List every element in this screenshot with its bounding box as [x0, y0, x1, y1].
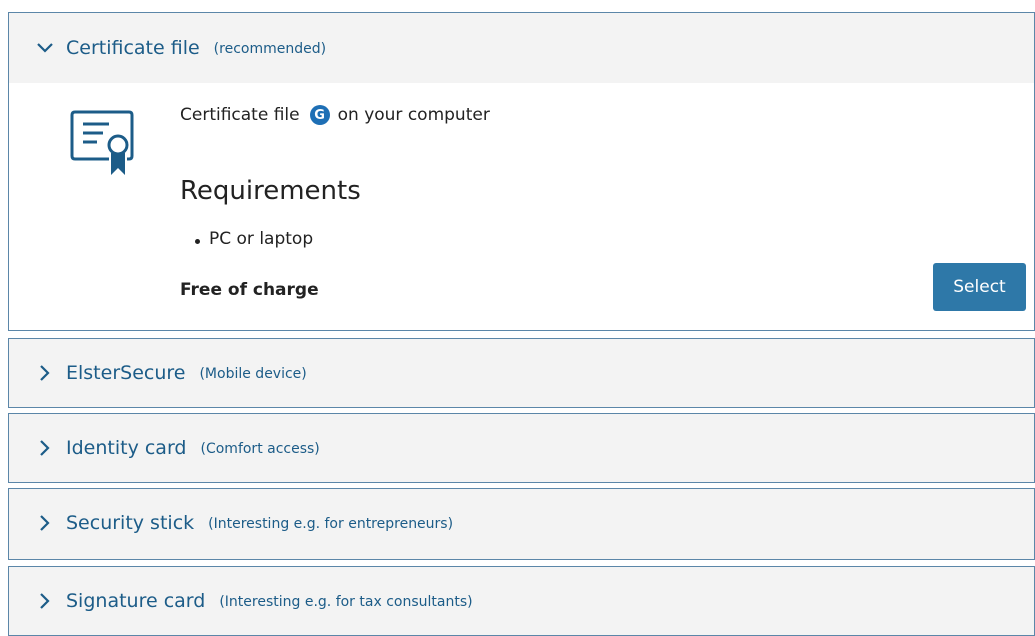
certificate-icon — [69, 109, 135, 183]
accordion-header-security-stick[interactable]: Security stick (Interesting e.g. for ent… — [9, 489, 1034, 557]
accordion-title: Security stick — [66, 512, 195, 534]
chevron-right-icon — [36, 514, 54, 532]
requirement-item: PC or laptop — [194, 229, 314, 249]
requirements-list: PC or laptop — [194, 229, 314, 249]
accordion-identity-card: Identity card (Comfort access) — [8, 413, 1035, 483]
accordion-title: Signature card — [66, 590, 206, 612]
accordion-security-stick: Security stick (Interesting e.g. for ent… — [8, 488, 1035, 560]
accordion-body: Certificate file G on your computer Requ… — [9, 83, 1034, 330]
chevron-right-icon — [36, 439, 54, 457]
accordion-subtitle: (Comfort access) — [200, 441, 320, 457]
chevron-down-icon — [36, 39, 54, 57]
accordion-subtitle: (Mobile device) — [199, 366, 307, 382]
accordion-header-certificate-file[interactable]: Certificate file (recommended) — [9, 13, 1034, 83]
accordion-header-identity-card[interactable]: Identity card (Comfort access) — [9, 414, 1034, 482]
select-button[interactable]: Select — [933, 263, 1026, 311]
price-label: Free of charge — [180, 280, 319, 300]
intro-text-suffix: on your computer — [337, 105, 490, 125]
chevron-right-icon — [36, 592, 54, 610]
accordion-subtitle: (Interesting e.g. for entrepreneurs) — [208, 516, 454, 532]
accordion-subtitle: (recommended) — [213, 41, 327, 57]
info-g-badge-icon[interactable]: G — [309, 105, 330, 125]
chevron-right-icon — [36, 364, 54, 382]
intro-text: Certificate file — [180, 105, 300, 125]
accordion-elster-secure: ElsterSecure (Mobile device) — [8, 338, 1035, 408]
accordion-title: ElsterSecure — [66, 362, 186, 384]
requirements-heading: Requirements — [180, 176, 361, 206]
method-description: Certificate file G on your computer — [180, 105, 490, 125]
accordion-title: Certificate file — [66, 37, 200, 59]
accordion-signature-card: Signature card (Interesting e.g. for tax… — [8, 566, 1035, 636]
accordion-title: Identity card — [66, 437, 187, 459]
accordion-certificate-file: Certificate file (recommended) Certifica… — [8, 12, 1035, 331]
accordion-header-elster-secure[interactable]: ElsterSecure (Mobile device) — [9, 339, 1034, 407]
accordion-subtitle: (Interesting e.g. for tax consultants) — [219, 594, 473, 610]
accordion-header-signature-card[interactable]: Signature card (Interesting e.g. for tax… — [9, 567, 1034, 635]
